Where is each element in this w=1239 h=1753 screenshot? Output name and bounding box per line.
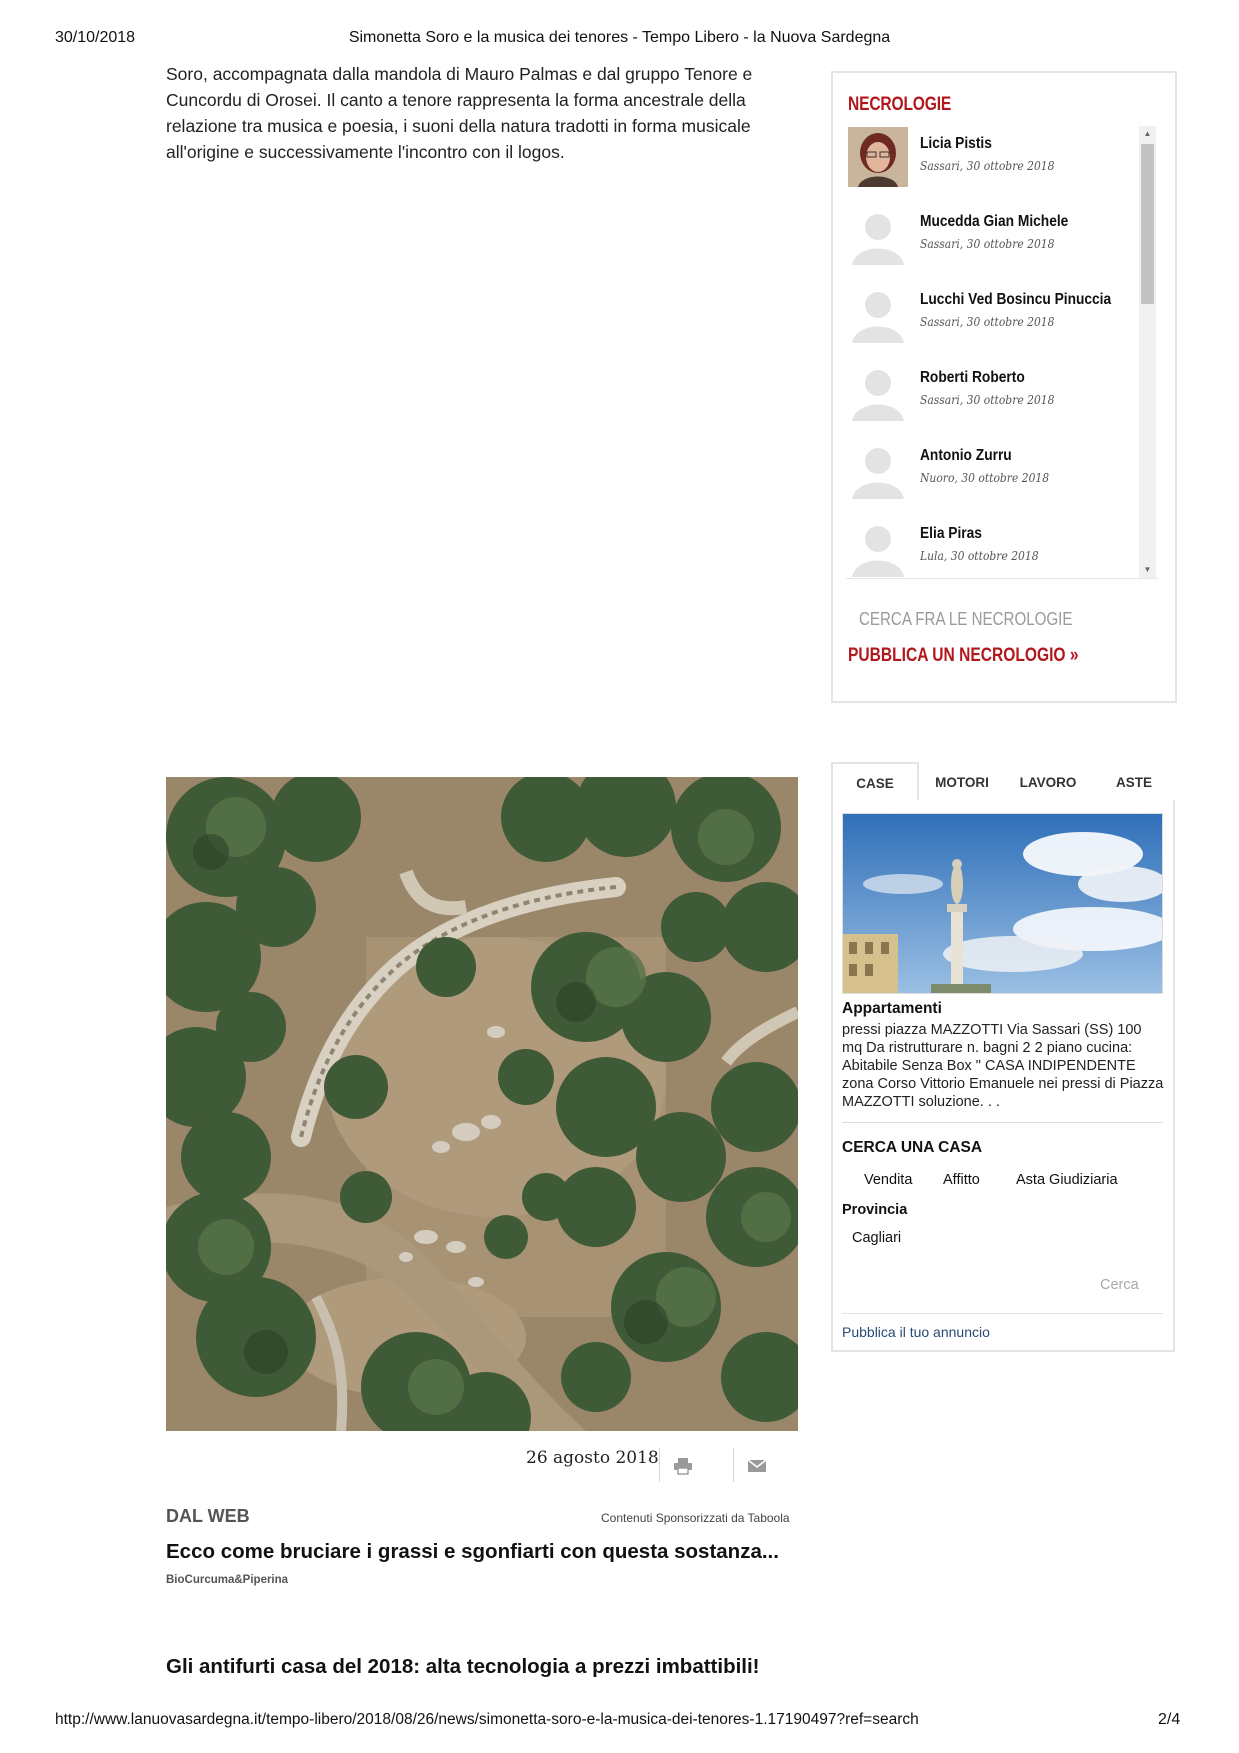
avatar-placeholder-icon xyxy=(848,439,908,499)
article-line: all'origine e successivamente l'incontro… xyxy=(166,142,565,162)
listing-description[interactable]: pressi piazza MAZZOTTI Via Sassari (SS) … xyxy=(842,1021,1164,1111)
necrologie-publish-link[interactable]: PUBBLICA UN NECROLOGIO » xyxy=(848,645,1079,667)
avatar-placeholder-icon xyxy=(848,205,908,265)
dal-web-heading: DAL WEB xyxy=(166,1506,250,1526)
option-vendita[interactable]: Vendita xyxy=(864,1172,912,1188)
avatar-placeholder-icon xyxy=(848,283,908,343)
necrologie-item[interactable]: Antonio Zurru Nuoro, 30 ottobre 2018 xyxy=(846,437,1136,515)
necrologie-scrollbar[interactable]: ▲ ▼ xyxy=(1139,126,1156,578)
tab-aste[interactable]: ASTE xyxy=(1091,762,1177,802)
divider xyxy=(842,1122,1163,1123)
sponsored-headline-2[interactable]: Gli antifurti casa del 2018: alta tecnol… xyxy=(166,1655,760,1679)
search-button[interactable]: Cerca xyxy=(1100,1277,1139,1293)
publish-ad-link[interactable]: Pubblica il tuo annuncio xyxy=(842,1324,990,1340)
necrologie-place-date: Sassari, 30 ottobre 2018 xyxy=(920,158,1055,173)
printer-icon[interactable] xyxy=(671,1454,695,1478)
article-paragraph: Soro, accompagnata dalla mandola di Maur… xyxy=(166,61,786,165)
sponsored-source[interactable]: BioCurcuma&Piperina xyxy=(166,1574,288,1586)
option-affitto[interactable]: Affitto xyxy=(943,1172,980,1188)
print-url: http://www.lanuovasardegna.it/tempo-libe… xyxy=(55,1711,919,1728)
necrologie-item[interactable]: Roberti Roberto Sassari, 30 ottobre 2018 xyxy=(846,359,1136,437)
portrait-photo xyxy=(848,127,908,187)
necrologie-place-date: Nuoro, 30 ottobre 2018 xyxy=(920,470,1050,485)
necrologie-name[interactable]: Elia Piras xyxy=(920,525,982,543)
envelope-icon[interactable] xyxy=(745,1454,769,1478)
divider xyxy=(842,1313,1163,1314)
article-line: Soro, accompagnata dalla mandola di Maur… xyxy=(166,64,753,84)
scroll-down-arrow-icon[interactable]: ▼ xyxy=(1139,562,1156,578)
necrologie-name[interactable]: Antonio Zurru xyxy=(920,447,1012,465)
print-page-number: 2/4 xyxy=(1158,1711,1181,1728)
necrologie-name[interactable]: Lucchi Ved Bosincu Pinuccia xyxy=(920,291,1111,309)
province-label: Provincia xyxy=(842,1202,908,1218)
scroll-up-arrow-icon[interactable]: ▲ xyxy=(1139,126,1156,142)
print-page-title: Simonetta Soro e la musica dei tenores -… xyxy=(348,29,891,46)
option-asta-giudiziaria[interactable]: Asta Giudiziaria xyxy=(1016,1172,1118,1188)
necrologie-place-date: Sassari, 30 ottobre 2018 xyxy=(920,236,1055,251)
necrologie-name[interactable]: Mucedda Gian Michele xyxy=(920,213,1068,231)
article-photo-aerial-nuraghe xyxy=(166,777,798,1431)
avatar-placeholder-icon xyxy=(848,517,908,577)
necrologie-item[interactable]: Lucchi Ved Bosincu Pinuccia Sassari, 30 … xyxy=(846,281,1136,359)
necrologie-list[interactable]: Licia Pistis Sassari, 30 ottobre 2018 Mu… xyxy=(846,125,1158,579)
necrologie-place-date: Sassari, 30 ottobre 2018 xyxy=(920,392,1055,407)
necrologie-item[interactable]: Licia Pistis Sassari, 30 ottobre 2018 xyxy=(846,125,1136,203)
necrologie-item[interactable]: Mucedda Gian Michele Sassari, 30 ottobre… xyxy=(846,203,1136,281)
tab-lavoro[interactable]: LAVORO xyxy=(1005,762,1091,802)
tool-divider xyxy=(733,1448,734,1482)
sponsored-content-label[interactable]: Contenuti Sponsorizzati da Taboola xyxy=(601,1511,790,1525)
article-line: relazione tra musica e poesia, i suoni d… xyxy=(166,116,751,136)
tab-motori[interactable]: MOTORI xyxy=(919,762,1005,802)
necrologie-item[interactable]: Elia Piras Lula, 30 ottobre 2018 xyxy=(846,515,1136,578)
necrologie-name[interactable]: Roberti Roberto xyxy=(920,369,1025,387)
necrologie-search-link[interactable]: CERCA FRA LE NECROLOGIE xyxy=(859,609,1072,630)
article-date: 26 agosto 2018 xyxy=(526,1448,659,1468)
article-line: Cuncordu di Orosei. Il canto a tenore ra… xyxy=(166,90,746,110)
scrollbar-thumb[interactable] xyxy=(1141,144,1154,304)
listing-photo[interactable] xyxy=(842,813,1163,994)
tab-case[interactable]: CASE xyxy=(831,762,919,802)
search-home-heading: CERCA UNA CASA xyxy=(842,1139,983,1156)
listing-category[interactable]: Appartamenti xyxy=(842,1000,942,1018)
avatar-placeholder-icon xyxy=(848,361,908,421)
necrologie-place-date: Sassari, 30 ottobre 2018 xyxy=(920,314,1055,329)
sponsored-headline[interactable]: Ecco come bruciare i grassi e sgonfiarti… xyxy=(166,1540,779,1564)
necrologie-place-date: Lula, 30 ottobre 2018 xyxy=(920,548,1039,563)
tool-divider xyxy=(659,1448,660,1482)
necrologie-title[interactable]: NECROLOGIE xyxy=(848,94,951,116)
necrologie-name[interactable]: Licia Pistis xyxy=(920,135,992,153)
province-select[interactable]: Cagliari xyxy=(852,1230,901,1246)
